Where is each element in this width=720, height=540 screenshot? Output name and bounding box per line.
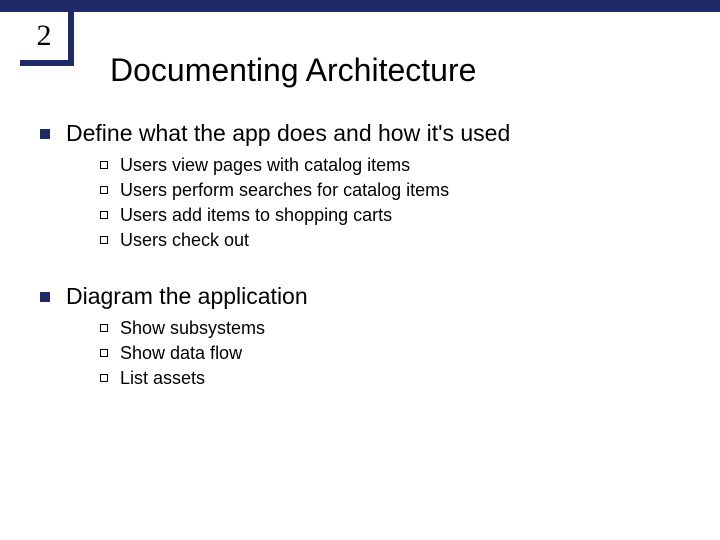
sub-item-text: Show data flow: [120, 343, 242, 364]
list-item: Users add items to shopping carts: [100, 205, 680, 226]
hollow-square-bullet-icon: [100, 349, 108, 357]
sub-item-text: Show subsystems: [120, 318, 265, 339]
square-bullet-icon: [40, 129, 50, 139]
list-item: List assets: [100, 368, 680, 389]
hollow-square-bullet-icon: [100, 374, 108, 382]
slide: 2 Documenting Architecture Define what t…: [0, 0, 720, 540]
list-item: Diagram the application: [40, 283, 680, 310]
list-item: Users check out: [100, 230, 680, 251]
page-number: 2: [37, 19, 52, 53]
list-item: Show data flow: [100, 343, 680, 364]
header-bar: [0, 0, 720, 12]
list-item: Users perform searches for catalog items: [100, 180, 680, 201]
hollow-square-bullet-icon: [100, 161, 108, 169]
sub-item-text: Users add items to shopping carts: [120, 205, 392, 226]
square-bullet-icon: [40, 292, 50, 302]
hollow-square-bullet-icon: [100, 324, 108, 332]
sub-item-text: List assets: [120, 368, 205, 389]
slide-title: Documenting Architecture: [110, 52, 476, 89]
section-heading: Define what the app does and how it's us…: [66, 120, 510, 147]
hollow-square-bullet-icon: [100, 236, 108, 244]
sub-item-text: Users perform searches for catalog items: [120, 180, 449, 201]
list-item: Users view pages with catalog items: [100, 155, 680, 176]
list-item: Show subsystems: [100, 318, 680, 339]
page-number-box: 2: [20, 12, 68, 60]
hollow-square-bullet-icon: [100, 186, 108, 194]
list-item: Define what the app does and how it's us…: [40, 120, 680, 147]
slide-content: Define what the app does and how it's us…: [40, 120, 680, 389]
sub-item-text: Users check out: [120, 230, 249, 251]
hollow-square-bullet-icon: [100, 211, 108, 219]
section-heading: Diagram the application: [66, 283, 308, 310]
sub-item-text: Users view pages with catalog items: [120, 155, 410, 176]
